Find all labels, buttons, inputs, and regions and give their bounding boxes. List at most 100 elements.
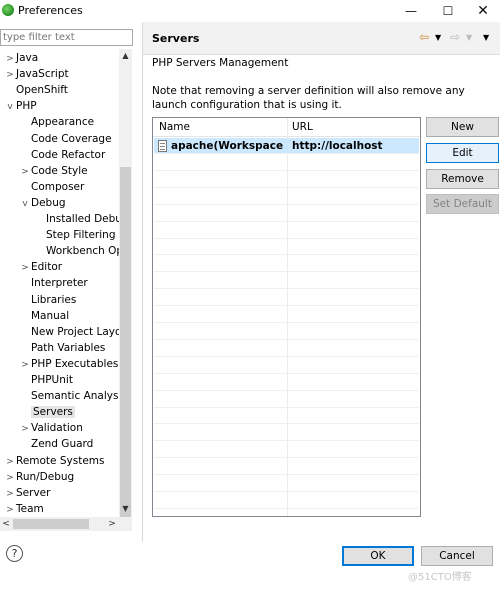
tree-item-label: Code Style <box>31 164 88 177</box>
collapsed-chevron-icon[interactable]: > <box>4 454 16 470</box>
tree-item-openshift[interactable]: OpenShift <box>4 82 68 98</box>
set-default-button[interactable]: Set Default <box>426 194 499 214</box>
tree-item-code-refactor[interactable]: Code Refactor <box>19 147 105 163</box>
tree-item-php-executables[interactable]: > PHP Executables <box>19 356 118 372</box>
tree-item-new-project-layou[interactable]: New Project Layou <box>19 324 128 340</box>
new-button[interactable]: New <box>426 117 499 137</box>
tree-item-label: Code Coverage <box>31 132 112 145</box>
ok-button[interactable]: OK <box>342 546 414 566</box>
tree-item-label: Manual <box>31 309 70 322</box>
tree-item-zend-guard[interactable]: Zend Guard <box>19 436 93 452</box>
table-row-empty <box>154 307 419 323</box>
maximize-button[interactable]: ☐ <box>433 2 463 20</box>
scroll-down-icon[interactable]: ▼ <box>119 504 132 513</box>
collapsed-chevron-icon[interactable]: > <box>19 421 31 437</box>
page-header: Servers ⇦ ▼ ⇨ ▼ ▼ <box>143 22 500 55</box>
tree-item-javascript[interactable]: > JavaScript <box>4 66 68 83</box>
collapsed-chevron-icon[interactable]: > <box>19 164 31 180</box>
table-row-empty <box>154 189 419 205</box>
tree-item-label: Remote Systems <box>16 454 105 467</box>
back-arrow-icon[interactable]: ⇦ <box>419 30 429 44</box>
table-row-empty <box>154 155 419 171</box>
cancel-button[interactable]: Cancel <box>421 546 493 566</box>
filter-input[interactable]: type filter text <box>0 29 133 46</box>
tree-item-label: Run/Debug <box>16 470 75 483</box>
tree-item-label: Debug <box>31 196 66 209</box>
close-button[interactable]: ✕ <box>468 2 498 20</box>
table-row-empty <box>154 273 419 290</box>
scroll-left-icon[interactable]: < <box>0 517 12 531</box>
tree-item-validation[interactable]: > Validation <box>19 420 83 436</box>
collapsed-chevron-icon[interactable]: > <box>4 502 16 517</box>
tree-item-manual[interactable]: Manual <box>19 308 69 324</box>
tree-horizontal-scrollbar[interactable]: < > <box>0 517 132 531</box>
minimize-button[interactable]: — <box>396 2 426 20</box>
table-row-empty <box>154 425 419 442</box>
table-row-empty <box>154 392 419 408</box>
tree-scroll-thumb[interactable] <box>120 167 131 521</box>
tree-item-interpreter[interactable]: Interpreter <box>19 275 88 291</box>
view-menu-icon[interactable]: ▼ <box>483 33 489 42</box>
column-header-name[interactable]: Name <box>159 121 190 133</box>
table-row-empty <box>154 408 419 425</box>
collapsed-chevron-icon[interactable]: > <box>19 357 31 373</box>
tree-item-server[interactable]: > Server <box>4 485 50 501</box>
server-url-cell: http://localhost <box>292 140 383 152</box>
collapsed-chevron-icon[interactable]: > <box>4 486 16 502</box>
column-header-url[interactable]: URL <box>292 121 313 133</box>
preferences-tree: > Java > JavaScript OpenShift v PHP Appearance C… <box>0 49 132 517</box>
collapsed-chevron-icon[interactable]: > <box>4 67 16 83</box>
tree-vertical-scrollbar[interactable]: ▲ ▼ <box>119 49 132 521</box>
scroll-up-icon[interactable]: ▲ <box>119 51 132 60</box>
tree-item-php[interactable]: v PHP <box>4 98 37 115</box>
tree-item-run-debug[interactable]: > Run/Debug <box>4 469 74 485</box>
tree-item-workbench-op[interactable]: Workbench Op <box>34 243 123 259</box>
tree-item-debug[interactable]: v Debug <box>19 195 66 212</box>
collapsed-chevron-icon[interactable]: > <box>4 470 16 486</box>
tree-item-label: PHP <box>16 100 37 113</box>
tree-item-label: Step Filtering <box>46 229 116 242</box>
table-row-empty <box>154 172 419 188</box>
expanded-chevron-icon[interactable]: v <box>4 99 16 115</box>
collapsed-chevron-icon[interactable]: > <box>19 260 31 276</box>
expanded-chevron-icon[interactable]: v <box>19 196 31 212</box>
table-row-empty <box>154 476 419 492</box>
tree-item-label: OpenShift <box>16 84 68 97</box>
tree-item-editor[interactable]: > Editor <box>19 259 62 275</box>
scroll-right-icon[interactable]: > <box>106 517 118 531</box>
table-row-empty <box>154 256 419 273</box>
tree-item-code-coverage[interactable]: Code Coverage <box>19 131 112 147</box>
tree-item-appearance[interactable]: Appearance <box>19 114 94 130</box>
remove-button[interactable]: Remove <box>426 169 499 189</box>
server-file-icon <box>158 140 167 152</box>
forward-arrow-icon[interactable]: ⇨ <box>450 30 460 44</box>
tree-hscroll-thumb[interactable] <box>13 519 89 529</box>
edit-button[interactable]: Edit <box>426 143 499 163</box>
tree-item-java[interactable]: > Java <box>4 50 38 66</box>
tree-item-remote-systems[interactable]: > Remote Systems <box>4 453 104 469</box>
tree-item-label: PHPUnit <box>31 374 73 386</box>
tree-item-semantic-analysis[interactable]: Semantic Analysis <box>19 388 127 404</box>
tree-item-servers[interactable]: Servers <box>19 404 75 420</box>
tree-item-label: Editor <box>31 261 63 274</box>
tree-item-label: Path Variables <box>31 341 106 354</box>
tree-item-label: Interpreter <box>31 277 88 290</box>
tree-item-libraries[interactable]: Libraries <box>19 292 76 308</box>
tree-item-code-style[interactable]: > Code Style <box>19 163 88 180</box>
collapsed-chevron-icon[interactable]: > <box>4 51 16 67</box>
table-row[interactable]: apache(Workspace D... http://localhost <box>154 138 419 154</box>
tree-item-path-variables[interactable]: Path Variables <box>19 340 105 356</box>
tree-item-label: Libraries <box>31 293 77 306</box>
forward-menu-chevron-icon[interactable]: ▼ <box>466 33 472 42</box>
servers-table[interactable]: Name URL apache(Workspace D... http://loc… <box>152 117 421 517</box>
back-menu-chevron-icon[interactable]: ▼ <box>435 33 441 42</box>
tree-item-composer[interactable]: Composer <box>19 179 84 195</box>
tree-item-step-filtering[interactable]: Step Filtering <box>34 227 116 243</box>
help-icon[interactable]: ? <box>6 545 23 562</box>
tree-item-phpunit[interactable]: PHPUnit <box>19 372 73 388</box>
panel-splitter[interactable] <box>142 22 143 542</box>
tree-item-installed-debu[interactable]: Installed Debu <box>34 211 122 227</box>
tree-item-label: Installed Debu <box>46 213 122 225</box>
tree-item-team[interactable]: > Team <box>4 501 44 517</box>
tree-item-label: Team <box>16 502 44 515</box>
